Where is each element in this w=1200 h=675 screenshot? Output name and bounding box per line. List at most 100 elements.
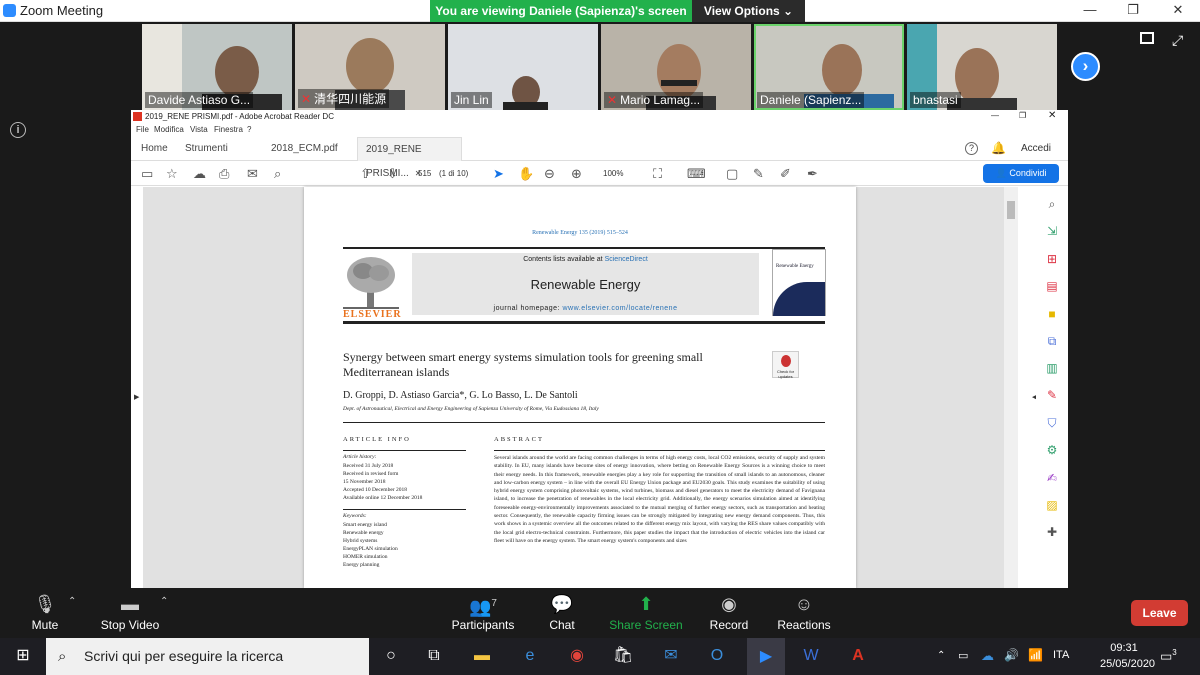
organize-pages-icon[interactable]: ▥ [1044, 361, 1060, 375]
next-page-arrow-icon[interactable]: › [1071, 52, 1100, 81]
page-down-icon[interactable]: ⇩ [387, 166, 398, 182]
search-icon[interactable]: ⌕ [274, 166, 281, 182]
select-cursor-icon[interactable]: ➤ [493, 166, 504, 182]
optimize-icon[interactable]: ⚙ [1044, 443, 1060, 457]
upload-cloud-icon[interactable]: ☁ [193, 166, 206, 182]
taskbar-search-box[interactable]: ⌕ Scrivi qui per eseguire la ricerca [46, 638, 369, 675]
zoom-in-icon[interactable]: ⊕ [571, 166, 582, 182]
restore-button[interactable]: ❐ [1121, 2, 1145, 20]
volume-icon[interactable]: 🔊 [1004, 648, 1019, 662]
participant-tile[interactable]: bnastasi [907, 24, 1057, 110]
acrobat-app-icon[interactable]: A [847, 645, 869, 667]
menu-vista[interactable]: Vista [190, 125, 208, 134]
battery-icon[interactable]: ▭ [958, 649, 968, 662]
task-view-icon[interactable]: ⧉ [423, 645, 445, 667]
scrollbar-thumb[interactable] [1007, 201, 1015, 219]
acrobat-close-button[interactable]: ✕ [1048, 110, 1056, 121]
email-icon[interactable]: ✉ [247, 166, 258, 182]
tab-strumenti[interactable]: Strumenti [177, 137, 236, 161]
tray-expand-chevron-icon[interactable]: ⌃ [937, 650, 945, 661]
comment-icon[interactable]: ▢ [726, 166, 738, 182]
redact-icon[interactable]: ✎ [1044, 388, 1060, 402]
accedi-link[interactable]: Accedi [1021, 143, 1051, 154]
participant-tile[interactable]: Jin Lin [448, 24, 598, 110]
taskbar-clock[interactable]: 09:31 25/05/2020 [1100, 640, 1155, 672]
zoom-out-icon[interactable]: ⊖ [544, 166, 555, 182]
view-options-button[interactable]: View Options ⌄ [692, 0, 805, 22]
draw-icon[interactable]: ✐ [780, 166, 791, 182]
store-icon[interactable]: 🛍 [612, 645, 634, 667]
gallery-view-icon[interactable] [1140, 32, 1154, 44]
zoom-level-select[interactable]: 100% [603, 169, 623, 178]
share-screen-button[interactable]: ⬆ Share Screen [601, 588, 691, 638]
protect-shield-icon[interactable]: ⛉ [1044, 416, 1060, 430]
word-icon[interactable]: W [800, 645, 822, 667]
video-options-chevron-icon[interactable]: ⌃ [160, 596, 168, 607]
wifi-icon[interactable]: 📶 [1028, 648, 1043, 662]
acrobat-restore-button[interactable]: ❐ [1019, 111, 1026, 120]
help-icon[interactable]: ? [965, 142, 978, 155]
audio-options-chevron-icon[interactable]: ⌃ [68, 596, 76, 607]
zoom-search-icon[interactable]: ⌕ [1044, 197, 1060, 211]
highlight-pen-icon[interactable]: ✎ [753, 166, 764, 182]
meeting-info-icon[interactable]: i [10, 122, 26, 138]
zoom-app-icon[interactable]: ▶ [747, 638, 785, 675]
leave-button[interactable]: Leave [1131, 600, 1188, 626]
chrome-icon[interactable]: ◉ [566, 645, 588, 667]
homepage-link[interactable]: www.elsevier.com/locate/renene [562, 305, 677, 312]
sciencedirect-link[interactable]: ScienceDirect [605, 256, 648, 263]
print-icon[interactable]: ⎙ [219, 166, 229, 182]
language-indicator[interactable]: ITA [1053, 649, 1069, 661]
fill-sign-icon[interactable]: ✍ [1044, 471, 1060, 485]
outlook-icon[interactable]: O [706, 645, 728, 667]
participants-button[interactable]: 👥7 Participants [438, 588, 528, 638]
notification-bell-icon[interactable]: 🔔 [991, 141, 1006, 155]
comment-tool-icon[interactable]: ■ [1044, 307, 1060, 321]
chat-button[interactable]: 💬 Chat [517, 588, 607, 638]
edit-pdf-icon[interactable]: ▤ [1044, 279, 1060, 293]
menu-help[interactable]: ? [247, 125, 251, 134]
keyboard-icon[interactable]: ⌨ [687, 166, 706, 182]
send-for-signature-icon[interactable]: ▨ [1044, 498, 1060, 512]
hand-tool-icon[interactable]: ✋ [518, 166, 534, 182]
tab-2019-rene-prismi[interactable]: 2019_RENE PRISMI... ✕ [357, 137, 462, 179]
page-number-input[interactable]: 515 [418, 169, 431, 178]
share-button[interactable]: 👤 Condividi [983, 164, 1059, 183]
menu-modifica[interactable]: Modifica [154, 125, 184, 134]
combine-files-icon[interactable]: ⧉ [1044, 334, 1060, 348]
action-center-icon[interactable]: ▭3 [1160, 648, 1177, 664]
export-pdf-icon[interactable]: ⇲ [1044, 224, 1060, 238]
participant-tile[interactable]: Davide Astiaso G... [142, 24, 292, 110]
fullscreen-icon[interactable]: ⤢ [1172, 32, 1183, 49]
mute-button[interactable]: 🎙 Mute [0, 588, 90, 638]
tab-home[interactable]: Home [133, 137, 176, 161]
participant-tile[interactable]: ✕ 清华四川能源 [295, 24, 445, 110]
check-updates-badge[interactable]: Check for updates [772, 351, 799, 379]
document-canvas[interactable]: ▶ ◀ Renewable Energy 135 (2019) 515–524 … [134, 187, 1037, 588]
participant-tile[interactable]: ✕ Mario Lamag... [601, 24, 751, 110]
edge-browser-icon[interactable]: e [519, 645, 541, 667]
onedrive-icon[interactable]: ☁ [981, 648, 994, 664]
menu-file[interactable]: File [136, 125, 149, 134]
document-scrollbar[interactable] [1004, 187, 1018, 588]
journal-reference[interactable]: Renewable Energy 135 (2019) 515–524 [304, 230, 856, 236]
windows-start-icon[interactable]: ⊞ [12, 645, 34, 667]
reactions-button[interactable]: ☺ Reactions [759, 588, 849, 638]
save-icon[interactable]: ▭ [141, 166, 153, 182]
left-panel-toggle-icon[interactable]: ▶ [134, 393, 139, 401]
mail-icon[interactable]: ✉ [660, 645, 682, 667]
minimize-button[interactable]: — [1078, 2, 1102, 20]
sign-icon[interactable]: ✒ [807, 166, 818, 182]
tab-2018-ecm[interactable]: 2018_ECM.pdf [263, 137, 346, 161]
acrobat-minimize-button[interactable]: — [991, 111, 999, 120]
close-button[interactable]: ✕ [1166, 2, 1190, 20]
cortana-icon[interactable]: ○ [380, 645, 402, 667]
page-up-icon[interactable]: ⇧ [360, 166, 371, 182]
file-explorer-icon[interactable]: ▬ [471, 645, 493, 667]
participant-tile-active-speaker[interactable]: Daniele (Sapienz... [754, 24, 904, 110]
create-pdf-icon[interactable]: ⊞ [1044, 252, 1060, 266]
bookmark-star-icon[interactable]: ☆ [166, 166, 178, 182]
crop-icon[interactable]: ⛶ [653, 166, 662, 182]
more-tools-icon[interactable]: ✚ [1044, 525, 1060, 539]
menu-finestra[interactable]: Finestra [214, 125, 243, 134]
